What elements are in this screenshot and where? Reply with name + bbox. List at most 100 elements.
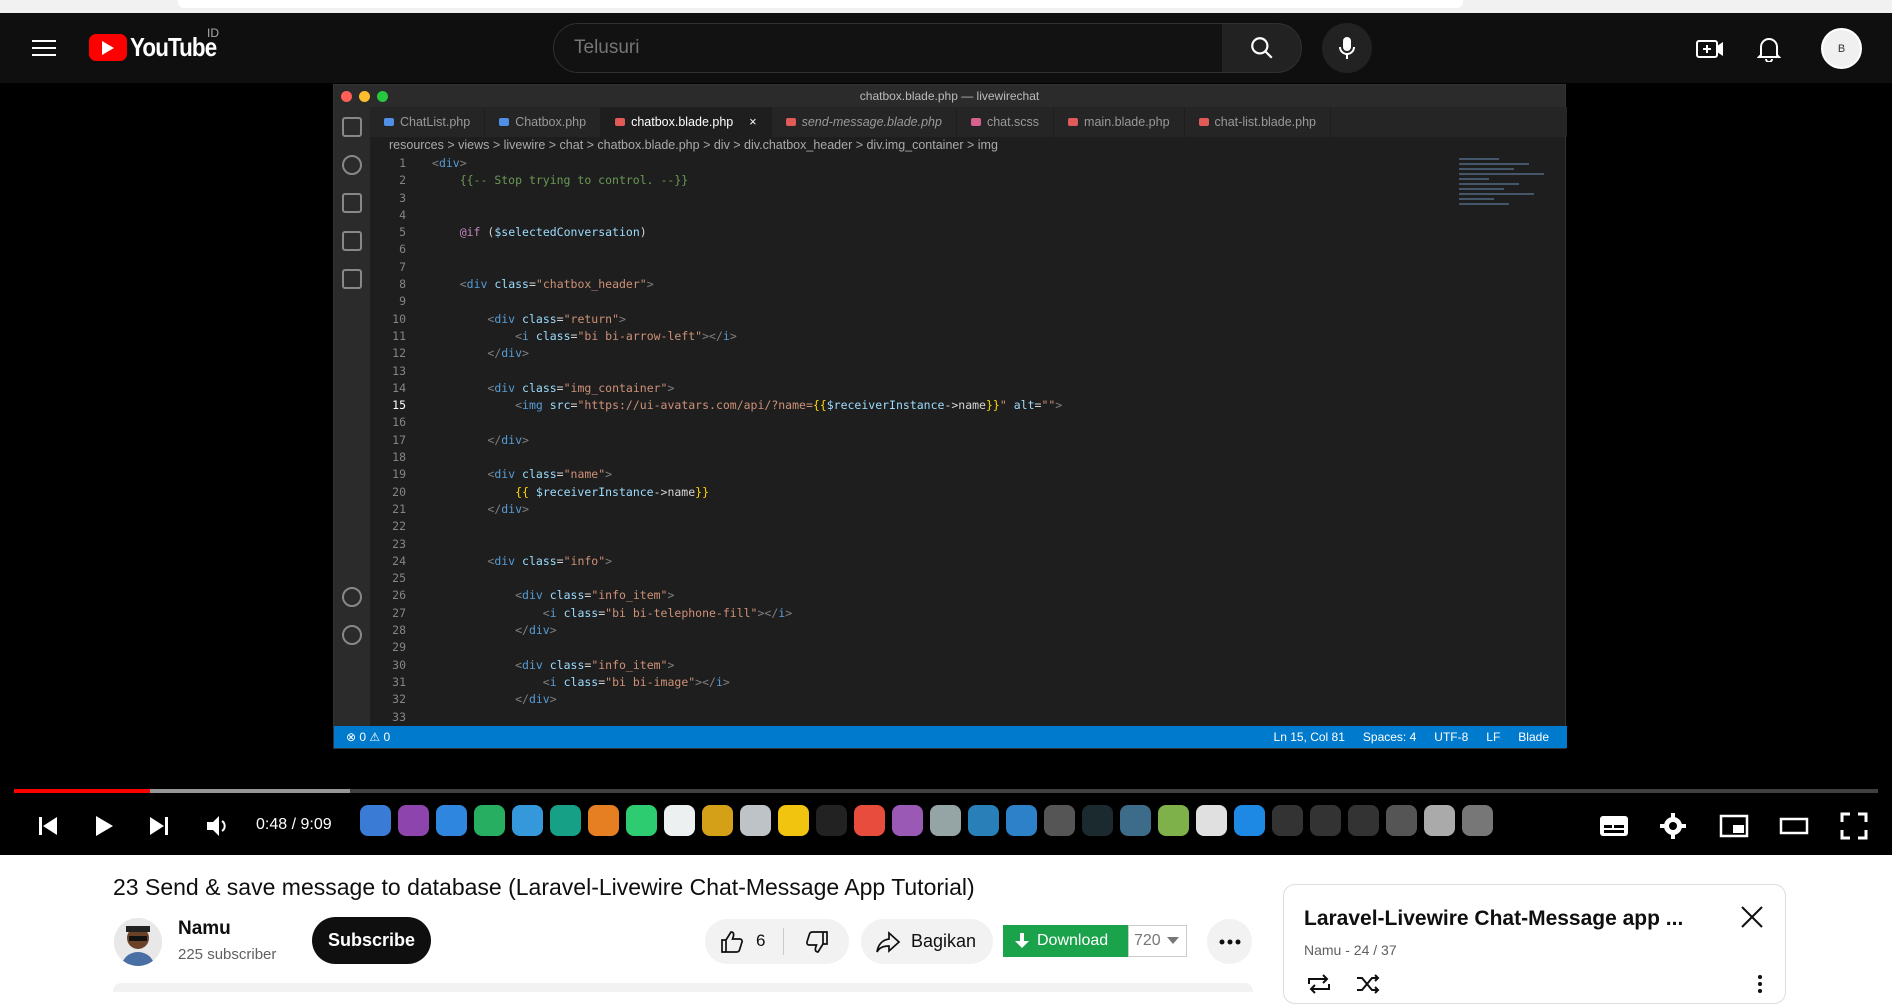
share-label: Bagikan [911,931,977,951]
like-count: 6 [756,931,766,950]
editor-tab: chat.scss [957,107,1055,137]
vscode-statusbar: ⊗ 0 ⚠ 0 Ln 15, Col 81 Spaces: 4 UTF-8 LF Bla… [334,726,1567,748]
miniplayer-icon[interactable] [1716,806,1752,846]
progress-played [14,789,151,793]
chevron-down-icon [1166,937,1179,944]
quality-value: 720 [1134,932,1161,949]
editor-tab-label: main.blade.php [1084,115,1170,129]
gear-icon [342,625,362,645]
playlist-title[interactable]: Laravel-Livewire Chat-Message app ... [1304,907,1683,931]
status-item: Blade [1518,730,1549,744]
search-button[interactable] [1222,23,1302,73]
file-type-icon [785,118,796,126]
subtitles-icon[interactable] [1596,806,1632,846]
youtube-logo[interactable]: YouTube ID [89,26,230,63]
description-box-top [113,983,1253,992]
progress-bar[interactable] [14,789,1878,793]
next-icon[interactable] [143,806,175,846]
editor-tab-label: chat-list.blade.php [1214,115,1316,129]
volume-icon[interactable] [200,806,236,846]
account-icon [342,587,362,607]
explorer-icon [342,117,362,137]
editor-tab-label: Chatbox.php [515,115,587,129]
vscode-minimap [1459,155,1559,285]
quality-select[interactable]: 720 [1128,925,1187,957]
editor-tab: chatbox.blade.php × [601,107,772,137]
close-dot-icon [341,91,352,102]
menu-icon[interactable] [26,30,62,66]
editor-tab: chat-list.blade.php [1185,107,1331,137]
voice-search-button[interactable] [1322,23,1372,73]
status-item: Ln 15, Col 81 [1273,730,1345,744]
download-label: Download [1037,932,1109,949]
fullscreen-icon[interactable] [1836,806,1872,846]
code-editor: 1 <div> 2 {{-- Stop trying to control. --… [392,156,1063,730]
playlist-panel: Laravel-Livewire Chat-Message app ... Na… [1283,884,1786,1004]
video-title: 23 Send & save message to database (Lara… [113,874,975,900]
youtube-play-icon [89,34,127,61]
masthead: YouTube ID B [0,13,1892,83]
like-dislike-group: 6 [705,919,849,964]
macos-dock [360,799,1493,841]
time-display: 0:48 / 9:09 [256,816,332,833]
search-icon [342,155,362,175]
extensions-icon [342,269,362,289]
like-separator [783,928,784,955]
file-type-icon [615,118,626,126]
status-item: Spaces: 4 [1362,730,1417,744]
play-icon[interactable] [88,806,120,846]
editor-tab: ChatList.php [370,107,486,137]
search-box [553,23,1223,73]
playlist-subtitle: Namu - 24 / 37 [1304,942,1397,958]
file-type-icon [1068,118,1079,126]
vscode-breadcrumb: resources > views > livewire > chat > ch… [389,138,998,152]
editor-tab: main.blade.php [1054,107,1185,137]
source-control-icon [342,193,362,213]
browser-tab-bar [178,0,1463,8]
channel-name[interactable]: Namu [178,918,231,940]
tab-close-icon: × [749,115,757,129]
editor-tab-label: send-message.blade.php [801,115,942,129]
more-actions-button[interactable] [1207,919,1252,964]
editor-tab: Chatbox.php [485,107,602,137]
download-button[interactable]: Download [1003,925,1128,957]
share-button[interactable]: Bagikan [861,919,993,964]
editor-tab-label: chatbox.blade.php [631,115,734,129]
subscriber-count: 225 subscriber [178,946,277,963]
share-icon [876,930,901,953]
dislike-thumb-down-icon[interactable] [802,927,832,957]
vscode-window-title: chatbox.blade.php — livewirechat [859,89,1040,103]
previous-icon[interactable] [32,806,64,846]
vscode-titlebar: chatbox.blade.php — livewirechat [334,85,1565,107]
maximize-dot-icon [377,91,388,102]
theater-mode-icon[interactable] [1776,806,1812,846]
download-arrow-icon [1015,933,1029,948]
account-avatar[interactable]: B [1821,28,1862,69]
minimize-dot-icon [359,91,370,102]
problems-count: ⊗ 0 ⚠ 0 [346,730,391,744]
search-input[interactable] [554,24,1222,72]
subscribe-button[interactable]: Subscribe [312,917,431,964]
like-thumb-up-icon[interactable] [717,927,747,957]
file-type-icon [499,118,510,126]
status-item: UTF-8 [1434,730,1469,744]
vscode-activity-bar [334,107,370,727]
logo-text: YouTube [130,32,217,62]
editor-tab-label: ChatList.php [400,115,471,129]
close-icon[interactable] [1735,900,1769,934]
editor-tab: send-message.blade.php [772,107,957,137]
channel-avatar[interactable] [114,918,162,966]
more-horizontal-icon [1219,939,1240,944]
file-type-icon [1198,118,1209,126]
run-debug-icon [342,231,362,251]
settings-gear-icon[interactable] [1655,806,1691,846]
status-item: LF [1486,730,1501,744]
vscode-tabs: ChatList.php Chatbox.php chatbox.blade.php… [370,107,1567,137]
video-frame-vscode: chatbox.blade.php — livewirechat ChatLis… [333,84,1567,749]
video-player[interactable]: chatbox.blade.php — livewirechat ChatLis… [0,83,1892,855]
search-icon [1250,37,1273,59]
country-code: ID [207,26,219,40]
notifications-bell-icon[interactable] [1749,29,1789,69]
file-type-icon [384,118,394,126]
create-video-icon[interactable] [1690,29,1730,69]
